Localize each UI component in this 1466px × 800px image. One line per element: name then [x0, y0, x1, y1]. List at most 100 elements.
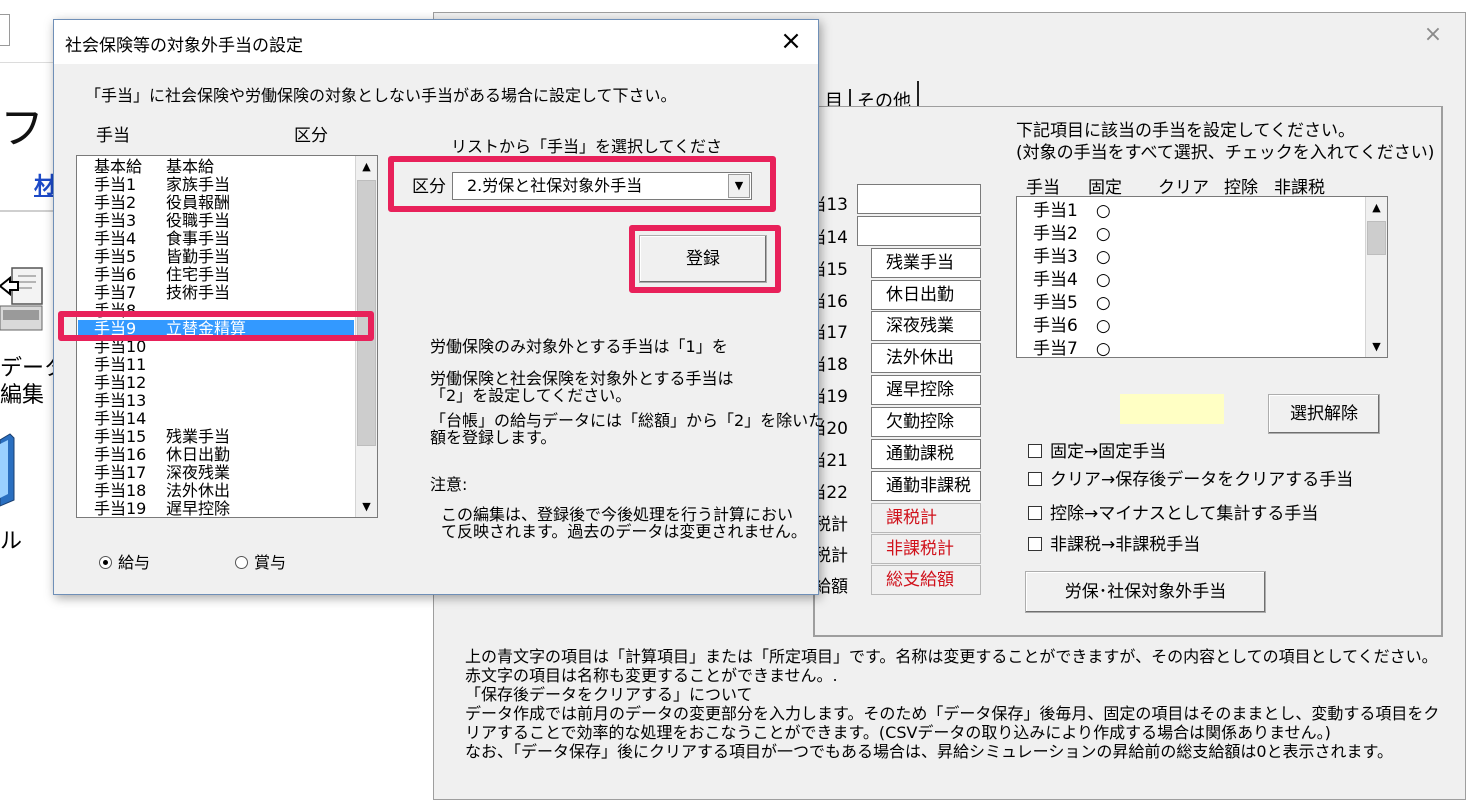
- list-item[interactable]: 手当17 深夜残業: [78, 464, 354, 481]
- column-header-allowance: 手当: [96, 126, 130, 146]
- list-item[interactable]: 手当4 食事手当: [78, 230, 354, 247]
- file-icon[interactable]: [0, 430, 18, 510]
- column-header-kubun: 区分: [294, 126, 328, 146]
- data-edit-icon[interactable]: [0, 262, 46, 336]
- tab-strip: 目その他: [819, 81, 919, 115]
- list-item-kubun: 法外休出: [166, 481, 231, 500]
- scroll-thumb[interactable]: [1367, 221, 1386, 255]
- kubun-select[interactable]: 2.労保と社保対象外手当 ▼: [452, 172, 752, 200]
- list-item[interactable]: 手当18 法外休出: [78, 482, 354, 499]
- checkbox-icon[interactable]: [1028, 444, 1042, 458]
- selected-item-highlight: [58, 311, 374, 341]
- allowance-name-field[interactable]: 深夜残業: [871, 311, 981, 341]
- insurance-exempt-button[interactable]: 労保･社保対象外手当: [1025, 571, 1266, 613]
- radio-bonus[interactable]: 賞与: [235, 554, 286, 572]
- header-deduction: 控除: [1224, 178, 1258, 198]
- allowance-name-field[interactable]: 通勤課税: [871, 439, 981, 469]
- list-item-allowance: 手当15: [94, 427, 147, 446]
- deselect-button[interactable]: 選択解除: [1268, 394, 1380, 434]
- allowance-name-field[interactable]: 休日出勤: [871, 280, 981, 310]
- list-item[interactable]: 手当2 役員報酬: [78, 194, 354, 211]
- list-item[interactable]: 手当13: [78, 392, 354, 409]
- list-item[interactable]: 手当5 ○: [1017, 292, 1387, 315]
- list-item[interactable]: 手当19 遅早控除: [78, 500, 354, 517]
- list-item-allowance: 基本給: [94, 157, 143, 176]
- scroll-down-icon[interactable]: ▼: [356, 496, 377, 517]
- allowance-name-field[interactable]: 残業手当: [871, 248, 981, 278]
- allowance-name-field[interactable]: [857, 184, 981, 214]
- caution-label: 注意:: [430, 475, 468, 494]
- list-item[interactable]: 手当3 ○: [1017, 246, 1387, 269]
- scroll-up-icon[interactable]: ▲: [356, 156, 377, 177]
- allowance-checklist[interactable]: 手当1 ○ 手当2 ○ 手当3 ○ 手当4 ○ 手当5 ○ 手当6 ○ 手当7 ○ ▲ ▼: [1016, 196, 1388, 361]
- list-item-kubun: 住宅手当: [166, 265, 231, 284]
- note-line: 赤文字の項目は名称も変更することができません。.: [465, 666, 838, 685]
- checkbox-clear[interactable]: クリア→保存後データをクリアする手当: [1028, 469, 1353, 491]
- allowance-name-field[interactable]: [857, 216, 981, 246]
- list-item-kubun: 家族手当: [166, 175, 231, 194]
- scrollbar[interactable]: ▲ ▼: [1365, 197, 1387, 357]
- list-item-allowance: 手当18: [94, 481, 147, 500]
- allowance-name-field[interactable]: 通勤非課税: [871, 471, 981, 501]
- list-item[interactable]: 手当7 ○: [1017, 338, 1387, 361]
- note-line: 額を登録します。: [430, 428, 557, 447]
- close-icon[interactable]: ×: [1421, 23, 1445, 47]
- right-info-line-1: 下記項目に該当の手当を設定してください。: [1016, 121, 1355, 141]
- list-item[interactable]: 手当1 ○: [1017, 200, 1387, 223]
- list-item[interactable]: 手当3 役職手当: [78, 212, 354, 229]
- chevron-down-icon[interactable]: ▼: [728, 174, 750, 198]
- list-item[interactable]: 手当11: [78, 356, 354, 373]
- list-item[interactable]: 手当12: [78, 374, 354, 391]
- list-item[interactable]: 手当15 残業手当: [78, 428, 354, 445]
- list-item[interactable]: 基本給 基本給: [78, 158, 354, 175]
- checkbox-icon[interactable]: [1028, 537, 1042, 551]
- checkbox-nontaxable[interactable]: 非課税→非課税手当: [1028, 534, 1200, 556]
- list-item-allowance: 手当6: [94, 265, 137, 284]
- taxable-total-field: 課税計: [871, 503, 981, 533]
- exempt-allowance-dialog: 社会保険等の対象外手当の設定 × 「手当」に社会保険や労働保険の対象としない手当…: [53, 19, 824, 595]
- close-icon[interactable]: ×: [776, 26, 806, 56]
- bottom-notes: 上の青文字の項目は「計算項目」または「所定項目」です。名称は変更することができま…: [465, 647, 1439, 761]
- list-item-allowance: 手当17: [94, 463, 147, 482]
- list-item-allowance: 手当4: [94, 229, 137, 248]
- list-item-kubun: 役員報酬: [166, 193, 231, 212]
- file-label: ル: [0, 529, 23, 554]
- list-item[interactable]: 手当5 皆勤手当: [78, 248, 354, 265]
- list-item-allowance: 手当19: [94, 499, 147, 518]
- checkbox-deduction[interactable]: 控除→マイナスとして集計する手当: [1028, 503, 1318, 525]
- header-fixed: 固定: [1088, 178, 1122, 198]
- scroll-down-icon[interactable]: ▼: [1366, 336, 1387, 357]
- note-line: 上の青文字の項目は「計算項目」または「所定項目」です。名称は変更することができま…: [465, 647, 1438, 666]
- list-item-kubun: 深夜残業: [166, 463, 231, 482]
- list-item[interactable]: 手当4 ○: [1017, 269, 1387, 292]
- list-item[interactable]: 手当1 家族手当: [78, 176, 354, 193]
- list-item[interactable]: 手当14: [78, 410, 354, 427]
- color-indicator: [1120, 394, 1224, 424]
- list-item-kubun: 技術手当: [166, 283, 231, 302]
- radio-salary[interactable]: 給与: [99, 554, 150, 572]
- checkbox-fixed[interactable]: 固定→固定手当: [1028, 441, 1166, 463]
- list-item[interactable]: 手当6 ○: [1017, 315, 1387, 338]
- nontaxable-total-field: 非課税計: [871, 534, 981, 564]
- gross-pay-field: 総支給額: [871, 565, 981, 595]
- tab-separator: [917, 81, 919, 107]
- list-item[interactable]: 手当16 休日出勤: [78, 446, 354, 463]
- list-item[interactable]: 手当2 ○: [1017, 223, 1387, 246]
- list-item[interactable]: 手当6 住宅手当: [78, 266, 354, 283]
- list-item-allowance: 手当11: [94, 355, 147, 374]
- register-button[interactable]: 登録: [639, 235, 767, 283]
- list-item[interactable]: 手当7 技術手当: [78, 284, 354, 301]
- note-line: 「保存後データをクリアする」について: [465, 685, 753, 704]
- toolbar-field-fragment[interactable]: [0, 14, 10, 46]
- scroll-up-icon[interactable]: ▲: [1366, 197, 1387, 218]
- data-edit-label-2: 編集: [0, 383, 45, 408]
- radio-icon[interactable]: [235, 556, 248, 569]
- note-line: なお、「データ保存」後にクリアする項目が一つでもある場合は、昇給シミュレーション…: [465, 742, 1393, 761]
- checkbox-icon[interactable]: [1028, 472, 1042, 486]
- checkbox-icon[interactable]: [1028, 506, 1042, 520]
- allowance-name-field[interactable]: 欠勤控除: [871, 407, 981, 437]
- right-info-line-2: (対象の手当をすべて選択、チェックを入れてください): [1016, 143, 1435, 163]
- allowance-name-field[interactable]: 遅早控除: [871, 375, 981, 405]
- allowance-name-field[interactable]: 法外休出: [871, 343, 981, 373]
- radio-selected-icon[interactable]: [99, 556, 112, 569]
